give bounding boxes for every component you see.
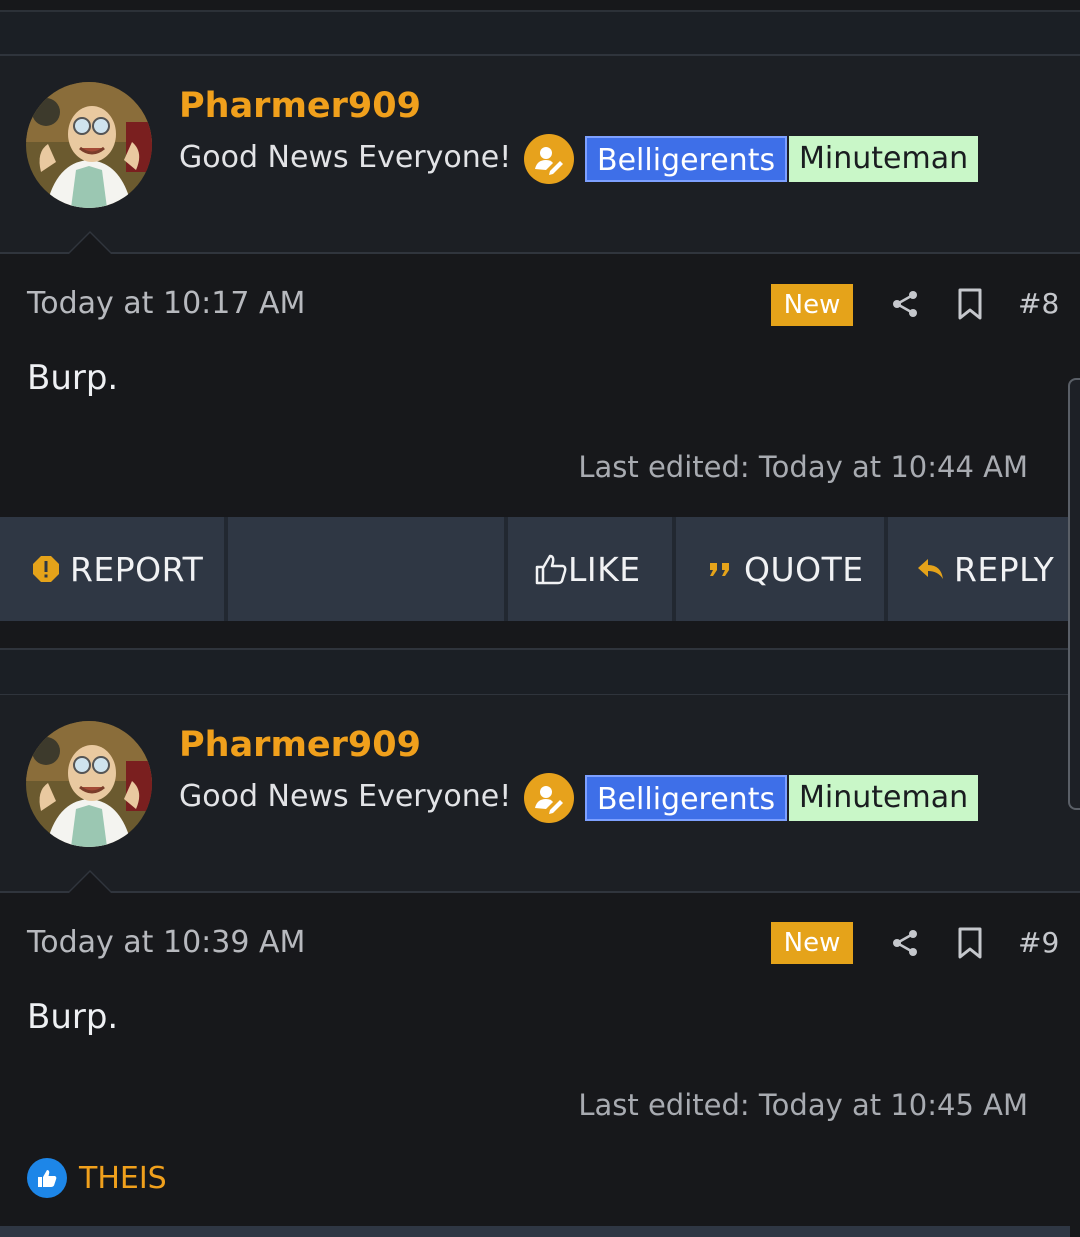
user-title: Good News Everyone! xyxy=(179,140,512,175)
user-title: Good News Everyone! xyxy=(179,779,512,814)
last-edited: Last edited: Today at 10:44 AM xyxy=(578,450,1028,484)
reaction-summary[interactable]: THEIS xyxy=(27,1156,167,1200)
new-badge: New xyxy=(771,922,853,964)
like-reaction-icon xyxy=(27,1158,67,1198)
reply-icon xyxy=(918,559,943,579)
user-block: Pharmer909 Good News Everyone! Belligere… xyxy=(0,56,1080,254)
quote-button[interactable]: QUOTE xyxy=(676,517,888,621)
user-banner-minuteman: Minuteman xyxy=(789,136,979,182)
avatar[interactable] xyxy=(26,721,152,847)
reply-button[interactable]: REPLY xyxy=(888,517,1070,621)
scrollbar[interactable] xyxy=(1068,378,1080,810)
post-body: Burp. xyxy=(27,358,119,398)
reaction-user[interactable]: THEIS xyxy=(79,1161,167,1196)
post-separator xyxy=(0,12,1080,56)
new-badge: New xyxy=(771,284,853,326)
reply-label: REPLY xyxy=(954,549,1055,589)
quote-label: QUOTE xyxy=(744,549,864,589)
user-banner-minuteman: Minuteman xyxy=(789,775,979,821)
report-button[interactable]: REPORT xyxy=(0,517,228,621)
post-date[interactable]: Today at 10:39 AM xyxy=(27,925,305,960)
user-banner-belligerents: Belligerents xyxy=(585,136,788,182)
share-icon[interactable] xyxy=(890,289,920,319)
share-icon[interactable] xyxy=(890,928,920,958)
post-number-link[interactable]: #8 xyxy=(1018,287,1059,320)
post-body: Burp. xyxy=(27,997,119,1037)
report-icon xyxy=(33,556,59,582)
like-button[interactable]: LIKE xyxy=(508,517,676,621)
username[interactable]: Pharmer909 xyxy=(179,725,421,765)
last-edited: Last edited: Today at 10:45 AM xyxy=(578,1088,1028,1122)
editor-icon xyxy=(524,773,574,823)
avatar[interactable] xyxy=(26,82,152,208)
top-divider xyxy=(0,0,1080,12)
report-label: REPORT xyxy=(70,549,204,589)
bookmark-icon[interactable] xyxy=(956,288,984,320)
quote-icon xyxy=(710,563,729,576)
like-label: LIKE xyxy=(568,549,641,589)
bookmark-icon[interactable] xyxy=(956,927,984,959)
post-action-bar-partial xyxy=(0,1226,1070,1237)
username[interactable]: Pharmer909 xyxy=(179,86,421,126)
action-spacer xyxy=(228,517,508,621)
message-arrow xyxy=(67,870,113,893)
post-date[interactable]: Today at 10:17 AM xyxy=(27,286,305,321)
post-separator xyxy=(0,648,1080,696)
post-number-link[interactable]: #9 xyxy=(1018,926,1059,959)
message-arrow xyxy=(67,231,113,254)
post-action-bar: REPORT LIKE QUOTE REPLY xyxy=(0,517,1070,621)
user-block: Pharmer909 Good News Everyone! Belligere… xyxy=(0,695,1080,893)
editor-icon xyxy=(524,134,574,184)
like-icon xyxy=(535,554,567,585)
user-banner-belligerents: Belligerents xyxy=(585,775,788,821)
